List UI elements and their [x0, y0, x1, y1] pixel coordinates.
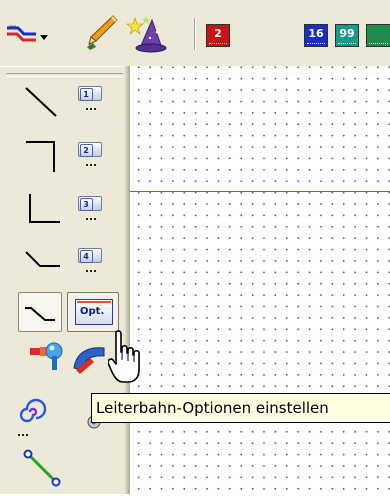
bent-line-icon — [25, 307, 55, 321]
spiral-icon — [19, 398, 47, 423]
counter-2-button[interactable]: 2 — [206, 24, 230, 47]
l-shape-route-icon — [29, 194, 60, 223]
top-toolbar: 2 16 99 — [0, 0, 390, 66]
line-tool-button[interactable] — [18, 292, 62, 332]
route-style-4-label: 4 — [79, 250, 93, 263]
pencil-tool-button[interactable] — [84, 14, 118, 52]
more-options-dots — [86, 270, 96, 274]
wizard-hat-icon — [126, 16, 167, 53]
more-options-dots — [18, 434, 28, 438]
drawing-canvas[interactable] — [130, 66, 390, 494]
route-style-2-button[interactable]: 2 — [78, 142, 102, 157]
route-style-3-button[interactable]: 3 — [78, 196, 102, 211]
palette-grip — [6, 73, 123, 77]
route-tool-button[interactable] — [6, 22, 66, 52]
pencil-icon — [87, 15, 118, 50]
pin-connect-button[interactable] — [28, 338, 68, 372]
route-style-4-button[interactable]: 4 — [78, 248, 102, 263]
spiral-tool-button[interactable] — [16, 398, 48, 434]
route-style-1-label: 1 — [79, 88, 93, 101]
route-style-3-label: 3 — [79, 198, 93, 211]
diagonal-wire-icon — [23, 449, 61, 487]
chevron-down-icon[interactable] — [39, 34, 49, 42]
route-diagonal-button[interactable] — [22, 84, 62, 124]
corner-route-icon — [26, 141, 55, 172]
route-chamfer-button[interactable] — [22, 244, 62, 280]
more-options-dots — [86, 164, 96, 168]
bend-icon — [73, 347, 105, 374]
wizard-tool-button[interactable] — [126, 14, 170, 56]
chamfer-route-icon — [25, 251, 60, 267]
hand-cursor-icon — [108, 330, 140, 383]
pin-connect-icon — [30, 342, 63, 370]
route-corner-button[interactable] — [22, 136, 62, 176]
counter-16-button[interactable]: 16 — [304, 24, 328, 47]
route-l-shape-button[interactable] — [22, 190, 62, 230]
route-options-button[interactable]: Opt. — [75, 299, 113, 325]
counter-partial-button[interactable] — [366, 24, 390, 47]
route-style-1-button[interactable]: 1 — [78, 86, 102, 101]
bend-tool-button[interactable] — [70, 340, 110, 374]
route-style-2-label: 2 — [79, 144, 93, 157]
reference-line — [130, 191, 390, 192]
more-options-dots — [86, 108, 96, 112]
diagonal-wire-button[interactable] — [22, 448, 66, 492]
more-options-dots — [86, 218, 96, 222]
diagonal-route-icon — [25, 87, 57, 117]
counter-99-button[interactable]: 99 — [335, 24, 359, 47]
tooltip: Leiterbahn-Optionen einstellen — [91, 393, 390, 423]
toolbar-separator — [194, 18, 196, 50]
